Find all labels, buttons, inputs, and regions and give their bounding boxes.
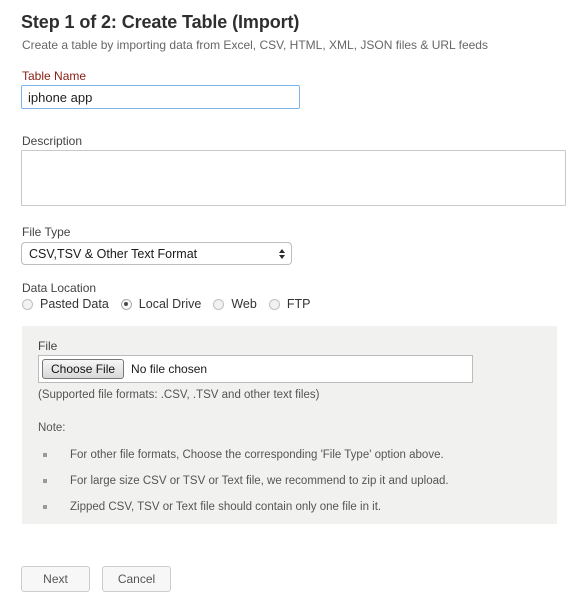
data-location-radio-group: Pasted Data Local Drive Web FTP <box>22 297 322 311</box>
file-label: File <box>38 339 58 353</box>
next-button[interactable]: Next <box>21 566 90 592</box>
radio-option-web[interactable]: Web <box>213 297 257 311</box>
file-chosen-status: No file chosen <box>131 362 208 376</box>
file-type-select[interactable]: CSV,TSV & Other Text Format <box>21 242 292 265</box>
stepper-updown-icon <box>273 243 291 264</box>
radio-label: Web <box>231 297 257 311</box>
file-input-control[interactable]: Choose File No file chosen <box>38 355 473 383</box>
create-table-import-page: Step 1 of 2: Create Table (Import) Creat… <box>0 0 578 607</box>
page-subtitle: Create a table by importing data from Ex… <box>22 38 488 52</box>
data-location-label: Data Location <box>22 281 97 295</box>
footer-buttons: Next Cancel <box>21 566 171 592</box>
table-name-label: Table Name <box>22 69 87 83</box>
note-list-item: For large size CSV or TSV or Text file, … <box>38 468 449 494</box>
radio-option-local-drive[interactable]: Local Drive <box>120 297 202 311</box>
radio-icon[interactable] <box>22 298 33 310</box>
note-text: Zipped CSV, TSV or Text file should cont… <box>70 501 382 513</box>
bullet-icon <box>43 505 47 509</box>
radio-option-pasted-data[interactable]: Pasted Data <box>22 297 109 311</box>
note-list-item: Zipped CSV, TSV or Text file should cont… <box>38 494 449 520</box>
description-textarea[interactable] <box>21 150 566 206</box>
note-list: For other file formats, Choose the corre… <box>38 442 449 520</box>
file-upload-panel: File Choose File No file chosen (Support… <box>22 326 557 524</box>
cancel-button[interactable]: Cancel <box>102 566 171 592</box>
page-title: Step 1 of 2: Create Table (Import) <box>21 12 300 32</box>
bullet-icon <box>43 479 47 483</box>
choose-file-button[interactable]: Choose File <box>42 359 125 379</box>
file-type-label: File Type <box>22 225 71 239</box>
supported-formats-hint: (Supported file formats: .CSV, .TSV and … <box>38 389 320 401</box>
radio-icon[interactable] <box>213 298 225 310</box>
radio-icon-selected[interactable] <box>120 298 132 310</box>
note-text: For other file formats, Choose the corre… <box>70 449 444 461</box>
radio-label: Pasted Data <box>40 297 109 311</box>
radio-label: FTP <box>286 297 311 311</box>
radio-label: Local Drive <box>138 297 202 311</box>
note-text: For large size CSV or TSV or Text file, … <box>70 475 449 487</box>
radio-option-ftp[interactable]: FTP <box>268 297 311 311</box>
radio-icon[interactable] <box>268 298 280 310</box>
bullet-icon <box>43 453 47 457</box>
note-list-item: For other file formats, Choose the corre… <box>38 442 449 468</box>
file-type-selected-value: CSV,TSV & Other Text Format <box>29 246 198 261</box>
table-name-input[interactable] <box>21 85 300 109</box>
description-label: Description <box>22 134 83 148</box>
note-title: Note: <box>38 422 66 434</box>
